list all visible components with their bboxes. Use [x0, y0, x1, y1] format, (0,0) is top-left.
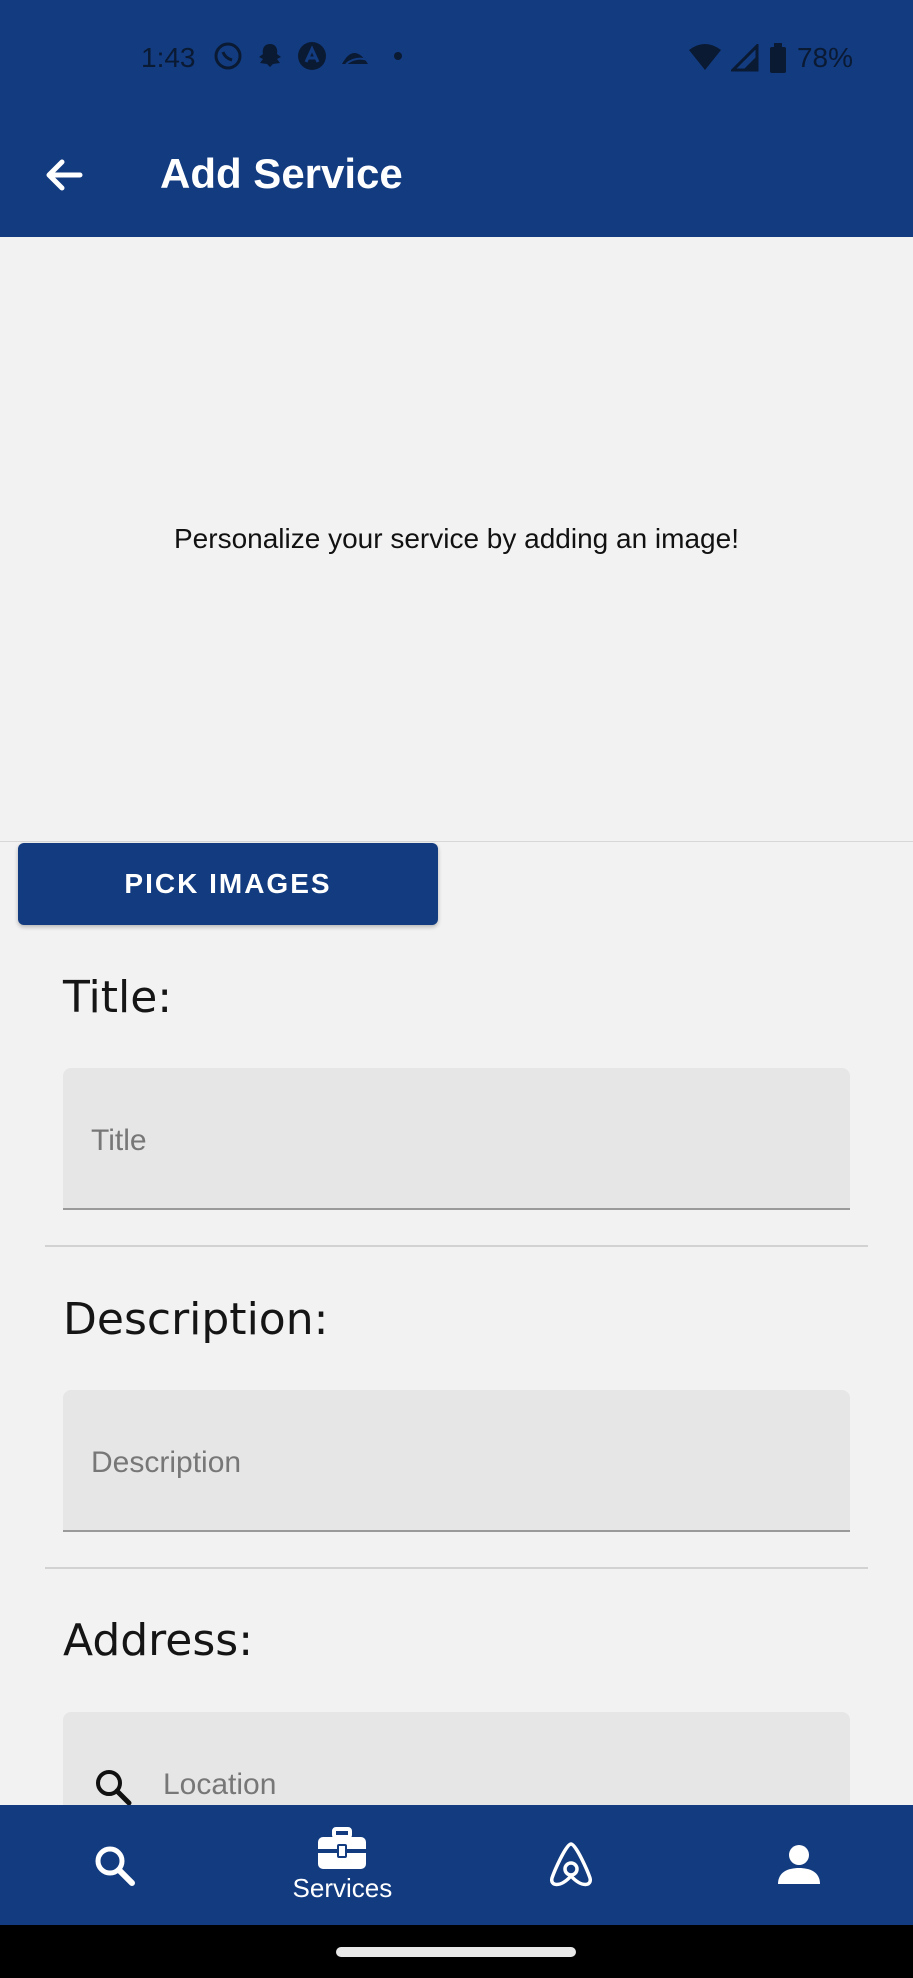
pick-images-button[interactable]: PICK IMAGES — [18, 843, 438, 925]
image-placeholder-area[interactable]: Personalize your service by adding an im… — [0, 237, 913, 842]
taco-bell-icon — [342, 53, 369, 65]
nav-item-search[interactable] — [0, 1805, 228, 1925]
title-field[interactable] — [63, 1068, 850, 1210]
airbnb-icon — [549, 1842, 592, 1887]
divider — [45, 1567, 868, 1569]
image-prompt-text: Personalize your service by adding an im… — [174, 523, 739, 554]
divider — [45, 1245, 868, 1247]
nav-item-airbnb[interactable] — [457, 1805, 685, 1925]
person-icon — [777, 1845, 820, 1884]
search-icon — [96, 1770, 132, 1806]
briefcase-icon — [318, 1826, 367, 1869]
nav-item-profile[interactable] — [685, 1805, 913, 1925]
title-input[interactable] — [89, 1120, 813, 1162]
description-field[interactable] — [63, 1390, 850, 1532]
back-arrow-icon[interactable] — [40, 150, 90, 200]
battery-percent: 78% — [796, 42, 853, 73]
status-time: 1:43 — [141, 42, 196, 73]
status-bar: 1:43 78% — [0, 0, 913, 118]
whatsapp-icon — [214, 42, 242, 70]
status-right: 78% — [688, 42, 853, 74]
address-label: Address: — [63, 1615, 254, 1666]
app-bar — [0, 118, 913, 237]
notification-icons — [212, 40, 402, 72]
bottom-navigation: Services — [0, 1805, 913, 1925]
app-a-icon — [298, 42, 326, 70]
page-title: Add Service — [160, 150, 403, 197]
signal-icon — [730, 44, 759, 72]
wifi-icon — [688, 44, 721, 70]
nav-item-services[interactable]: Services — [228, 1805, 456, 1925]
description-input[interactable] — [89, 1442, 813, 1484]
description-label: Description: — [63, 1294, 329, 1345]
location-input[interactable] — [161, 1764, 805, 1806]
title-label: Title: — [63, 972, 173, 1023]
battery-icon — [769, 43, 786, 73]
home-indicator[interactable] — [336, 1947, 576, 1957]
search-icon — [95, 1846, 136, 1886]
more-notifications-dot — [394, 52, 402, 60]
snapchat-icon — [259, 44, 281, 67]
nav-label-services: Services — [292, 1872, 393, 1903]
